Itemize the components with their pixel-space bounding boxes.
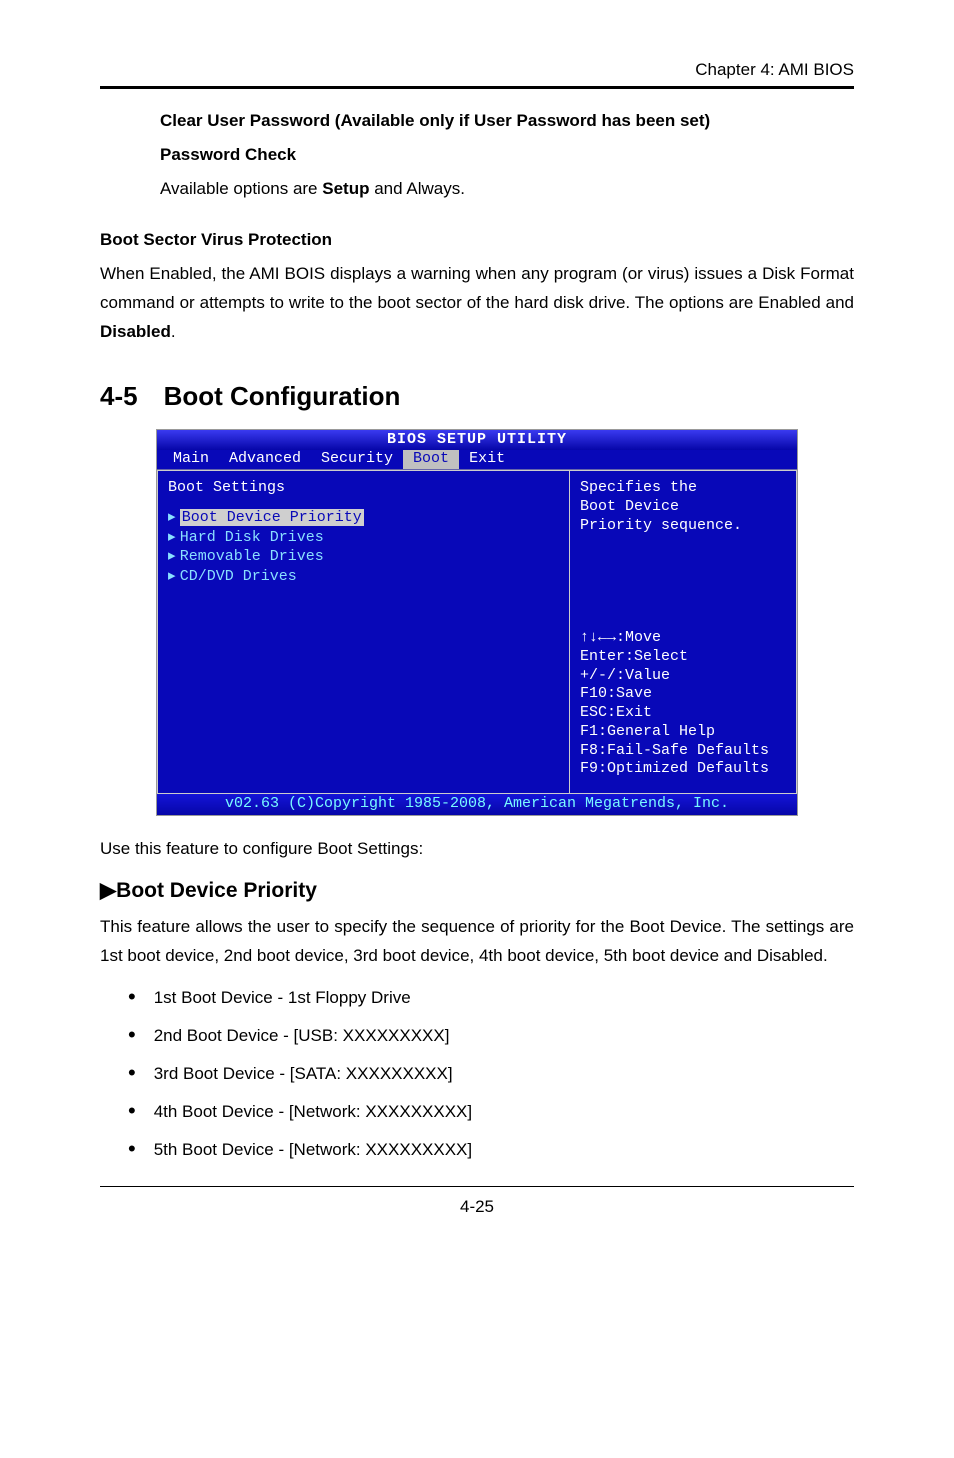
- bios-key: F9:Optimized Defaults: [580, 760, 790, 779]
- bios-title-bar: BIOS SETUP UTILITY: [157, 430, 797, 451]
- disabled-bold: Disabled: [100, 322, 171, 341]
- bios-tab-security[interactable]: Security: [311, 450, 403, 469]
- bullet-text: 1st Boot Device - 1st Floppy Drive: [154, 988, 411, 1008]
- triangle-icon: ▶: [100, 879, 116, 902]
- section-number: 4-5: [100, 381, 138, 412]
- triangle-icon: ▸: [168, 528, 180, 545]
- boot-sector-virus-paragraph: When Enabled, the AMI BOIS displays a wa…: [100, 260, 854, 347]
- use-feature-text: Use this feature to configure Boot Setti…: [100, 835, 854, 864]
- bios-hint-text: Specifies the Boot Device Priority seque…: [580, 479, 790, 535]
- bios-menu-hard-disk-drives: Hard Disk Drives: [180, 529, 324, 546]
- bios-key: F10:Save: [580, 685, 790, 704]
- bullet-icon: •: [128, 988, 136, 1005]
- password-check-heading: Password Check: [160, 145, 854, 165]
- chapter-header: Chapter 4: AMI BIOS: [100, 60, 854, 89]
- list-item: • 1st Boot Device - 1st Floppy Drive: [128, 988, 854, 1008]
- triangle-icon: ▸: [168, 567, 180, 584]
- text: Available options are: [160, 179, 322, 198]
- bios-left-pane: Boot Settings ▸ Boot Device Priority ▸ H…: [157, 470, 569, 794]
- bios-key: ↑↓←→:Move: [580, 629, 790, 648]
- boot-device-priority-paragraph: This feature allows the user to specify …: [100, 913, 854, 971]
- bios-key: Enter:Select: [580, 648, 790, 667]
- bios-menu-cd-dvd-drives: CD/DVD Drives: [180, 568, 297, 585]
- bullet-text: 2nd Boot Device - [USB: XXXXXXXXX]: [154, 1026, 450, 1046]
- boot-sector-virus-heading: Boot Sector Virus Protection: [100, 230, 854, 250]
- bios-menu-boot-device-priority: Boot Device Priority: [180, 509, 364, 526]
- bios-key: F1:General Help: [580, 723, 790, 742]
- section-title: Boot Configuration: [164, 381, 401, 412]
- bios-screenshot: BIOS SETUP UTILITY Main Advanced Securit…: [157, 430, 797, 815]
- text: and Always.: [369, 179, 464, 198]
- bios-menu-item[interactable]: ▸ Boot Device Priority: [168, 508, 559, 528]
- bios-right-pane: Specifies the Boot Device Priority seque…: [569, 470, 797, 794]
- list-item: • 3rd Boot Device - [SATA: XXXXXXXXX]: [128, 1064, 854, 1084]
- boot-device-priority-heading: ▶Boot Device Priority: [100, 878, 854, 903]
- password-check-paragraph: Available options are Setup and Always.: [160, 175, 854, 204]
- bios-boot-settings-heading: Boot Settings: [168, 479, 559, 498]
- bullet-text: 3rd Boot Device - [SATA: XXXXXXXXX]: [154, 1064, 453, 1084]
- bullet-text: 4th Boot Device - [Network: XXXXXXXXX]: [154, 1102, 472, 1122]
- bios-key: F8:Fail-Safe Defaults: [580, 742, 790, 761]
- list-item: • 5th Boot Device - [Network: XXXXXXXXX]: [128, 1140, 854, 1160]
- list-item: • 2nd Boot Device - [USB: XXXXXXXXX]: [128, 1026, 854, 1046]
- bios-tab-exit[interactable]: Exit: [459, 450, 515, 469]
- footer-rule: [100, 1186, 854, 1187]
- bullet-icon: •: [128, 1102, 136, 1119]
- bios-menu-item[interactable]: ▸ CD/DVD Drives: [168, 567, 559, 587]
- triangle-icon: ▸: [168, 508, 180, 525]
- bios-tab-main[interactable]: Main: [163, 450, 219, 469]
- bullet-text: 5th Boot Device - [Network: XXXXXXXXX]: [154, 1140, 472, 1160]
- bullet-icon: •: [128, 1140, 136, 1157]
- bios-copyright: v02.63 (C)Copyright 1985-2008, American …: [157, 794, 797, 815]
- bios-menu-item[interactable]: ▸ Removable Drives: [168, 547, 559, 567]
- bios-tab-boot[interactable]: Boot: [403, 450, 459, 469]
- list-item: • 4th Boot Device - [Network: XXXXXXXXX]: [128, 1102, 854, 1122]
- bios-key: ESC:Exit: [580, 704, 790, 723]
- bios-tab-row: Main Advanced Security Boot Exit: [157, 450, 797, 469]
- bios-tab-advanced[interactable]: Advanced: [219, 450, 311, 469]
- text: .: [171, 322, 176, 341]
- setup-bold: Setup: [322, 179, 369, 198]
- bdp-title-text: Boot Device Priority: [116, 879, 317, 902]
- text: When Enabled, the AMI BOIS displays a wa…: [100, 264, 854, 312]
- page-number: 4-25: [100, 1197, 854, 1217]
- bios-key-legend: ↑↓←→:Move Enter:Select +/-/:Value F10:Sa…: [580, 629, 790, 779]
- bullet-icon: •: [128, 1064, 136, 1081]
- clear-user-password-heading: Clear User Password (Available only if U…: [160, 111, 854, 131]
- bios-key: +/-/:Value: [580, 667, 790, 686]
- bios-menu-removable-drives: Removable Drives: [180, 548, 324, 565]
- triangle-icon: ▸: [168, 547, 180, 564]
- section-title-row: 4-5 Boot Configuration: [100, 381, 854, 412]
- bullet-icon: •: [128, 1026, 136, 1043]
- bios-menu-item[interactable]: ▸ Hard Disk Drives: [168, 528, 559, 548]
